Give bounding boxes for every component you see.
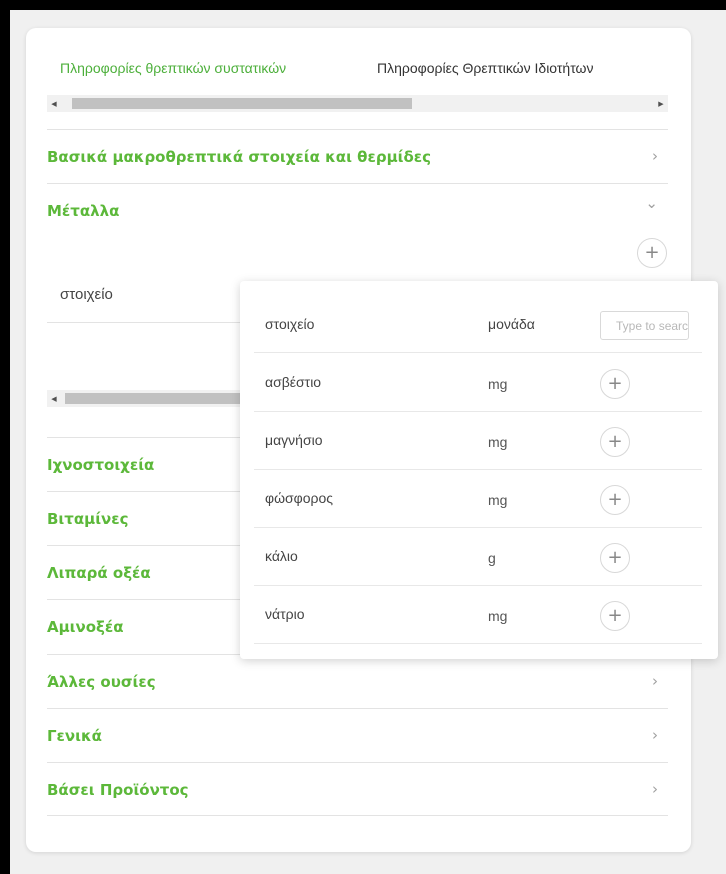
scrollbar-thumb[interactable] <box>72 98 412 109</box>
chevron-down-icon: ⌄ <box>645 194 658 212</box>
element-name: νάτριο <box>265 606 305 622</box>
tabs-horizontal-scrollbar[interactable]: ◀ ▶ <box>47 95 668 112</box>
section-title: Άλλες ουσίες <box>47 673 156 691</box>
minerals-horizontal-scrollbar[interactable]: ◀ <box>47 390 272 407</box>
section-title: Γενικά <box>47 727 102 745</box>
section-other-substances[interactable]: Άλλες ουσίες › <box>47 654 668 708</box>
element-name: μαγνήσιο <box>265 432 323 448</box>
element-unit: mg <box>488 376 508 392</box>
add-element-button[interactable]: + <box>600 427 630 457</box>
tab-nutrient-properties[interactable]: Πληροφορίες Θρεπτικών Ιδιοτήτων <box>377 60 593 76</box>
section-title: Αμινοξέα <box>47 618 124 636</box>
section-general[interactable]: Γενικά › <box>47 708 668 762</box>
section-title: Ιχνοστοιχεία <box>47 456 155 474</box>
popover-header: στοιχείο μονάδα <box>254 281 702 353</box>
list-item: φώσφορος mg + <box>254 470 702 528</box>
section-title: Μέταλλα <box>47 202 120 220</box>
list-item: ασβέστιο mg + <box>254 354 702 412</box>
column-header-element: στοιχείο <box>265 316 315 332</box>
add-element-button[interactable]: + <box>600 485 630 515</box>
section-macronutrients[interactable]: Βασικά μακροθρεπτικά στοιχεία και θερμίδ… <box>47 129 668 183</box>
minerals-table-header: στοιχείο <box>47 283 272 323</box>
list-item: κάλιο g + <box>254 528 702 586</box>
add-element-button[interactable]: + <box>600 369 630 399</box>
element-name: κάλιο <box>265 548 298 564</box>
search-input[interactable] <box>600 311 689 340</box>
section-title: Βάσει Προϊόντος <box>47 781 189 799</box>
add-element-popover: στοιχείο μονάδα ασβέστιο mg + μαγνήσιο m… <box>240 281 718 659</box>
column-header-element: στοιχείο <box>60 286 113 303</box>
scroll-right-icon[interactable]: ▶ <box>654 95 668 112</box>
chevron-right-icon: › <box>652 147 658 165</box>
list-item: μαγνήσιο mg + <box>254 412 702 470</box>
scroll-left-icon[interactable]: ◀ <box>47 390 61 407</box>
column-header-unit: μονάδα <box>488 316 535 332</box>
chevron-right-icon: › <box>652 780 658 798</box>
element-unit: mg <box>488 608 508 624</box>
element-unit: mg <box>488 434 508 450</box>
section-minerals[interactable]: Μέταλλα ⌄ <box>47 183 668 237</box>
tab-nutrient-info[interactable]: Πληροφορίες θρεπτικών συστατικών <box>60 60 286 76</box>
section-title: Βιταμίνες <box>47 510 129 528</box>
add-element-button[interactable]: + <box>600 601 630 631</box>
section-title: Λιπαρά οξέα <box>47 564 151 582</box>
element-name: ασβέστιο <box>265 374 322 390</box>
section-title: Βασικά μακροθρεπτικά στοιχεία και θερμίδ… <box>47 148 432 166</box>
add-mineral-button[interactable]: + <box>637 238 667 268</box>
scroll-left-icon[interactable]: ◀ <box>47 95 61 112</box>
section-product-based[interactable]: Βάσει Προϊόντος › <box>47 762 668 816</box>
chevron-right-icon: › <box>652 672 658 690</box>
add-element-button[interactable]: + <box>600 543 630 573</box>
chevron-right-icon: › <box>652 726 658 744</box>
element-unit: mg <box>488 492 508 508</box>
list-item: νάτριο mg + <box>254 586 702 644</box>
element-unit: g <box>488 550 496 566</box>
element-name: φώσφορος <box>265 490 334 506</box>
